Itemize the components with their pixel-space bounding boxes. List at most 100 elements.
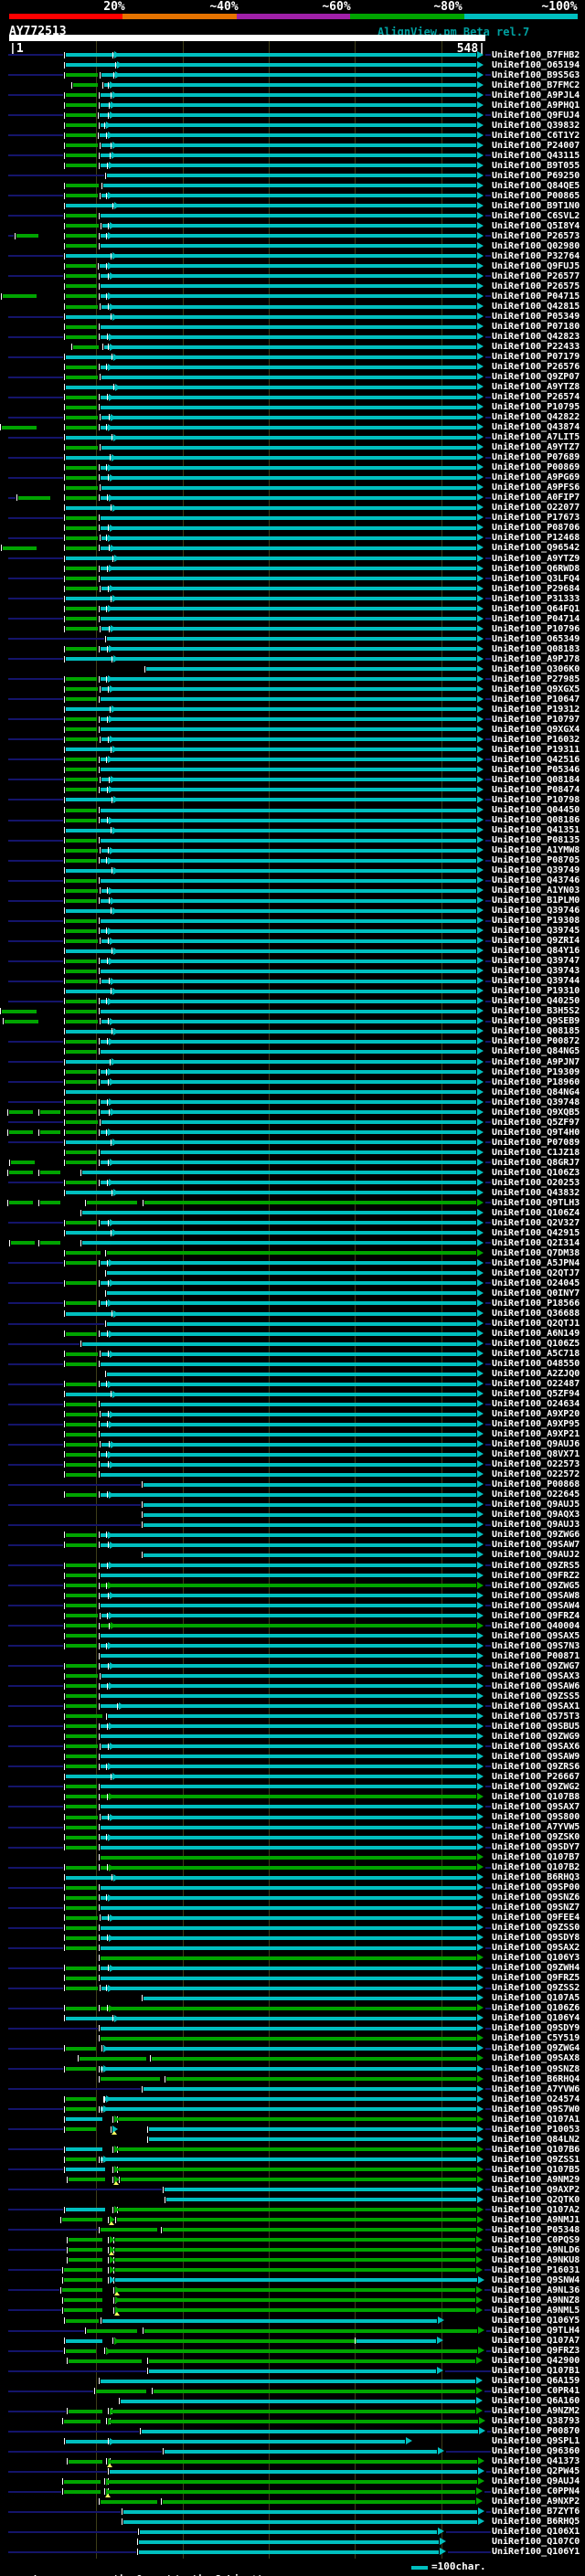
hit-label[interactable]: UniRef100_Q6RWD8 [492,564,580,574]
hit-label[interactable]: UniRef100_Q41373 [492,2456,580,2466]
hit-label[interactable]: UniRef100_A9PJN7 [492,1057,580,1067]
hit-label[interactable]: UniRef100_Q9FUJ4 [492,111,580,121]
hit-label[interactable]: UniRef100_B9T055 [492,161,580,171]
hit-label[interactable]: UniRef100_B7ZYT6 [492,2507,580,2517]
hit-label[interactable]: UniRef100_P18566 [492,1299,580,1309]
hit-label[interactable]: UniRef100_B6RHQ5 [492,2517,580,2527]
hit-label[interactable]: UniRef100_Q02980 [492,241,580,251]
hit-label[interactable]: UniRef100_Q9SAW4 [492,1601,580,1611]
hit-label[interactable]: UniRef100_Q9ZWG2 [492,1782,580,1792]
hit-label[interactable]: UniRef100_Q42815 [492,302,580,312]
hit-label[interactable]: UniRef100_Q9SAX6 [492,1742,580,1752]
hit-label[interactable]: UniRef100_Q9FRZ2 [492,1571,580,1581]
hit-label[interactable]: UniRef100_P07689 [492,452,580,462]
hit-label[interactable]: UniRef100_Q43115 [492,151,580,161]
hit-label[interactable]: UniRef100_P16031 [492,2265,580,2275]
hit-label[interactable]: UniRef100_Q107B7 [492,1852,580,1862]
hit-label[interactable]: UniRef100_Q9SAX8 [492,2053,580,2063]
hit-label[interactable]: UniRef100_Q9SAW7 [492,1540,580,1550]
hit-label[interactable]: UniRef100_Q9AUJ2 [492,1550,580,1560]
hit-label[interactable]: UniRef100_Q9SNZ7 [492,1903,580,1913]
hit-label[interactable]: UniRef100_Q9ZSS1 [492,2155,580,2165]
hit-label[interactable]: UniRef100_Q575T3 [492,1712,580,1722]
hit-label[interactable]: UniRef100_Q39745 [492,926,580,936]
hit-label[interactable]: UniRef100_Q9SDY8 [492,1933,580,1943]
hit-label[interactable]: UniRef100_Q9SDY7 [492,1842,580,1852]
hit-label[interactable]: UniRef100_Q0INY7 [492,1288,580,1299]
hit-label[interactable]: UniRef100_Q9ZRS6 [492,1762,580,1772]
hit-label[interactable]: UniRef100_Q39747 [492,956,580,966]
hit-label[interactable]: UniRef100_Q2QTJ7 [492,1268,580,1278]
hit-label[interactable]: UniRef100_Q9S7N3 [492,1641,580,1651]
hit-label[interactable]: UniRef100_Q84QE5 [492,181,580,191]
hit-label[interactable]: UniRef100_Q9SAX5 [492,1631,580,1641]
hit-label[interactable]: UniRef100_Q106Z3 [492,1168,580,1178]
hit-label[interactable]: UniRef100_P00872 [492,1036,580,1046]
hit-label[interactable]: UniRef100_P32764 [492,251,580,261]
hit-label[interactable]: UniRef100_Q9SAX3 [492,1671,580,1681]
hit-label[interactable]: UniRef100_Q3LFQ4 [492,574,580,584]
hit-label[interactable]: UniRef100_Q5I8Y4 [492,221,580,231]
hit-label[interactable]: UniRef100_Q107A2 [492,2205,580,2215]
hit-label[interactable]: UniRef100_B9S5G3 [492,70,580,80]
hit-label[interactable]: UniRef100_Q9ZSS2 [492,1983,580,1993]
hit-label[interactable]: UniRef100_Q9TLH3 [492,1198,580,1208]
hit-label[interactable]: UniRef100_Q40250 [492,996,580,1006]
hit-label[interactable]: UniRef100_Q9ZWG4 [492,2043,580,2053]
hit-label[interactable]: UniRef100_P00871 [492,1651,580,1661]
hit-label[interactable]: UniRef100_B7FHB2 [492,50,580,60]
hit-label[interactable]: UniRef100_Q7DM38 [492,1248,580,1258]
hit-label[interactable]: UniRef100_Q84LN2 [492,2135,580,2145]
hit-label[interactable]: UniRef100_Q107A1 [492,2115,580,2125]
hit-label[interactable]: UniRef100_P26577 [492,271,580,281]
hit-label[interactable]: UniRef100_Q107B6 [492,2145,580,2155]
hit-label[interactable]: UniRef100_P22433 [492,342,580,352]
hit-label[interactable]: UniRef100_Q107B1 [492,2366,580,2376]
hit-label[interactable]: UniRef100_A6N149 [492,1329,580,1339]
hit-label[interactable]: UniRef100_P24007 [492,141,580,151]
hit-label[interactable]: UniRef100_Q9AUJ4 [492,2476,580,2486]
hit-label[interactable]: UniRef100_A7YVW5 [492,1822,580,1832]
hit-label[interactable]: UniRef100_Q9FUJ5 [492,261,580,271]
hit-label[interactable]: UniRef100_Q106Y5 [492,2316,580,2326]
hit-label[interactable]: UniRef100_O22572 [492,1469,580,1479]
hit-label[interactable]: UniRef100_Q08186 [492,815,580,825]
hit-label[interactable]: UniRef100_P00869 [492,462,580,472]
hit-label[interactable]: UniRef100_Q40004 [492,1621,580,1631]
hit-label[interactable]: UniRef100_P00865 [492,191,580,201]
hit-label[interactable]: UniRef100_C0PQS9 [492,2235,580,2245]
hit-label[interactable]: UniRef100_Q9SAW6 [492,1681,580,1691]
hit-label[interactable]: UniRef100_Q42900 [492,2356,580,2366]
hit-label[interactable]: UniRef100_A0FIP7 [492,493,580,503]
hit-label[interactable]: UniRef100_C1JZ18 [492,1148,580,1158]
hit-label[interactable]: UniRef100_Q08183 [492,644,580,654]
hit-label[interactable]: UniRef100_Q39748 [492,1097,580,1108]
hit-label[interactable]: UniRef100_Q9ZSS0 [492,1923,580,1933]
hit-label[interactable]: UniRef100_A5JPN4 [492,1258,580,1268]
hit-label[interactable]: UniRef100_Q43746 [492,875,580,885]
hit-label[interactable]: UniRef100_O22573 [492,1459,580,1469]
hit-label[interactable]: UniRef100_Q2QTJ1 [492,1319,580,1329]
hit-label[interactable]: UniRef100_A9NNZ8 [492,2295,580,2306]
hit-label[interactable]: UniRef100_Q106Z5 [492,1339,580,1349]
hit-label[interactable]: UniRef100_A9PFS6 [492,482,580,493]
hit-label[interactable]: UniRef100_P00868 [492,1479,580,1489]
hit-label[interactable]: UniRef100_Q106Y3 [492,1953,580,1963]
hit-label[interactable]: UniRef100_Q9FEE4 [492,1913,580,1923]
hit-label[interactable]: UniRef100_A1YMW8 [492,845,580,855]
hit-label[interactable]: UniRef100_Q106Y1 [492,2547,580,2557]
hit-label[interactable]: UniRef100_A9NM29 [492,2175,580,2185]
hit-label[interactable]: UniRef100_P08706 [492,523,580,533]
hit-label[interactable]: UniRef100_Q84Y16 [492,946,580,956]
hit-label[interactable]: UniRef100_A9NZM2 [492,2406,580,2416]
hit-label[interactable]: UniRef100_Q9FRZ3 [492,2346,580,2356]
hit-label[interactable]: UniRef100_P17673 [492,513,580,523]
hit-label[interactable]: UniRef100_A7LIT5 [492,432,580,442]
hit-label[interactable]: UniRef100_P26667 [492,1772,580,1782]
hit-label[interactable]: UniRef100_Q39749 [492,865,580,875]
hit-label[interactable]: UniRef100_Q42516 [492,755,580,765]
hit-label[interactable]: UniRef100_Q9XGX5 [492,684,580,694]
hit-label[interactable]: UniRef100_A9NMJ1 [492,2215,580,2225]
hit-label[interactable]: UniRef100_P26576 [492,362,580,372]
hit-label[interactable]: UniRef100_B7FMC2 [492,80,580,90]
